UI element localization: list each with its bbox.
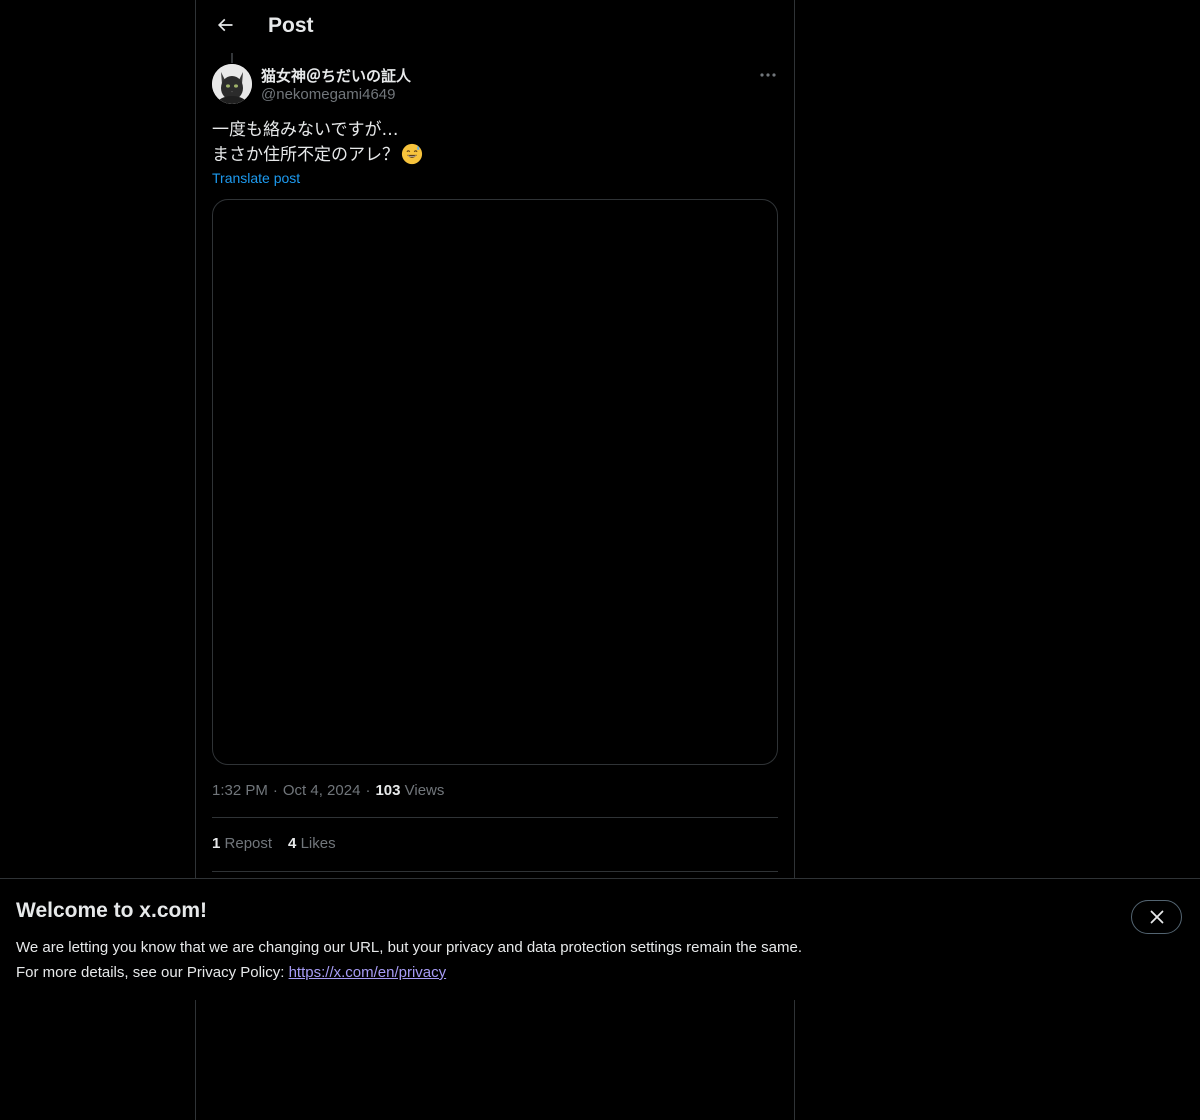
- grinning-sweat-emoji-icon: [401, 143, 423, 165]
- page-header: Post: [196, 0, 794, 53]
- post-stats: 1 Repost 4 Likes: [212, 835, 352, 852]
- cat-avatar-icon: [212, 64, 252, 104]
- close-banner-button[interactable]: [1131, 900, 1182, 934]
- post-metadata: 1:32 PM · Oct 4, 2024 · 103 Views: [212, 782, 444, 799]
- reposts-count: 1: [212, 835, 221, 852]
- likes-label: Likes: [300, 835, 336, 852]
- thread-connector-line: [231, 53, 233, 63]
- likes-count: 4: [288, 835, 297, 852]
- divider: [212, 871, 778, 872]
- reposts-stat[interactable]: 1 Repost: [212, 835, 272, 852]
- banner-text: We are letting you know that we are chan…: [16, 935, 802, 985]
- more-options-button[interactable]: [756, 66, 780, 84]
- author-handle[interactable]: @nekomegami4649: [261, 86, 395, 103]
- views-label: Views: [404, 782, 445, 799]
- post-text-line-2-text: まさか住所不定のアレ？: [212, 145, 399, 165]
- banner-line-1: We are letting you know that we are chan…: [16, 939, 802, 956]
- page-title: Post: [268, 14, 314, 37]
- welcome-banner: Welcome to x.com! We are letting you kno…: [0, 878, 1200, 1000]
- post-time[interactable]: 1:32 PM: [212, 782, 268, 799]
- arrow-left-icon: [217, 18, 233, 32]
- post-text-line-1: 一度も絡みないですが…: [212, 120, 399, 140]
- post-date[interactable]: Oct 4, 2024: [283, 782, 361, 799]
- more-dots-icon: [760, 73, 776, 77]
- reposts-label: Repost: [224, 835, 273, 852]
- close-icon: [1150, 910, 1163, 924]
- meta-separator: ·: [272, 782, 278, 799]
- post-text: 一度も絡みないですが… まさか住所不定のアレ？: [212, 118, 423, 168]
- views-count: 103: [375, 782, 401, 799]
- banner-line-2: For more details, see our Privacy Policy…: [16, 960, 802, 985]
- privacy-policy-link[interactable]: https://x.com/en/privacy: [289, 964, 447, 981]
- meta-separator: ·: [365, 782, 371, 799]
- post-text-line-2: まさか住所不定のアレ？: [212, 143, 423, 168]
- likes-stat[interactable]: 4 Likes: [288, 835, 336, 852]
- banner-title: Welcome to x.com!: [16, 899, 207, 922]
- avatar[interactable]: [212, 64, 252, 104]
- back-button[interactable]: [208, 8, 242, 42]
- post-media[interactable]: [212, 199, 778, 765]
- divider: [212, 817, 778, 818]
- translate-post-link[interactable]: Translate post: [212, 170, 300, 186]
- banner-line-2-prefix: For more details, see our Privacy Policy…: [16, 964, 289, 981]
- author-display-name[interactable]: 猫女神＠ちだいの証人: [261, 65, 411, 86]
